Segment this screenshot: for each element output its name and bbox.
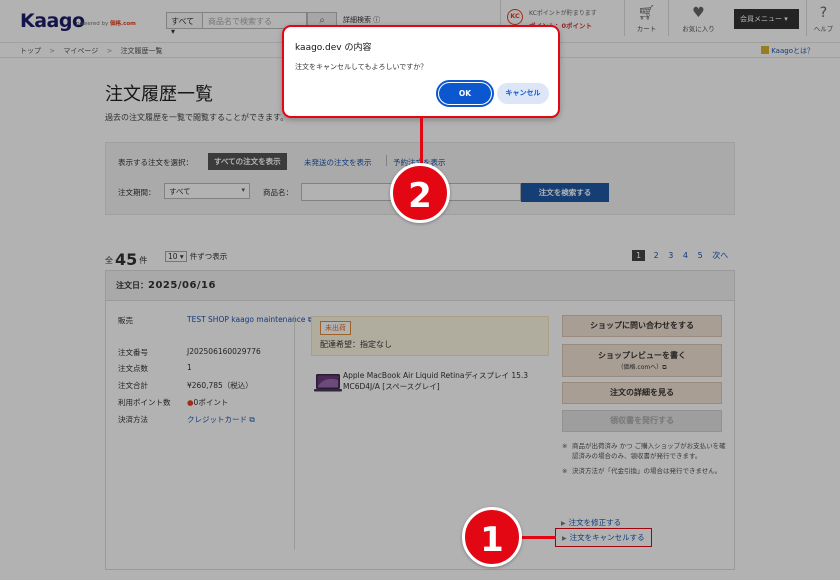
step-1-badge: 1 <box>462 507 522 567</box>
step-2-badge: 2 <box>390 163 450 223</box>
dialog-cancel-button[interactable]: キャンセル <box>497 83 549 104</box>
dialog-message: 注文をキャンセルしてもよろしいですか？ <box>295 63 428 71</box>
dialog-ok-button[interactable]: OK <box>435 79 495 108</box>
annotation-connector <box>522 536 556 539</box>
dialog-title: kaago.dev の内容 <box>295 43 372 53</box>
confirm-dialog: kaago.dev の内容 注文をキャンセルしてもよろしいですか？ OK キャン… <box>282 25 560 118</box>
